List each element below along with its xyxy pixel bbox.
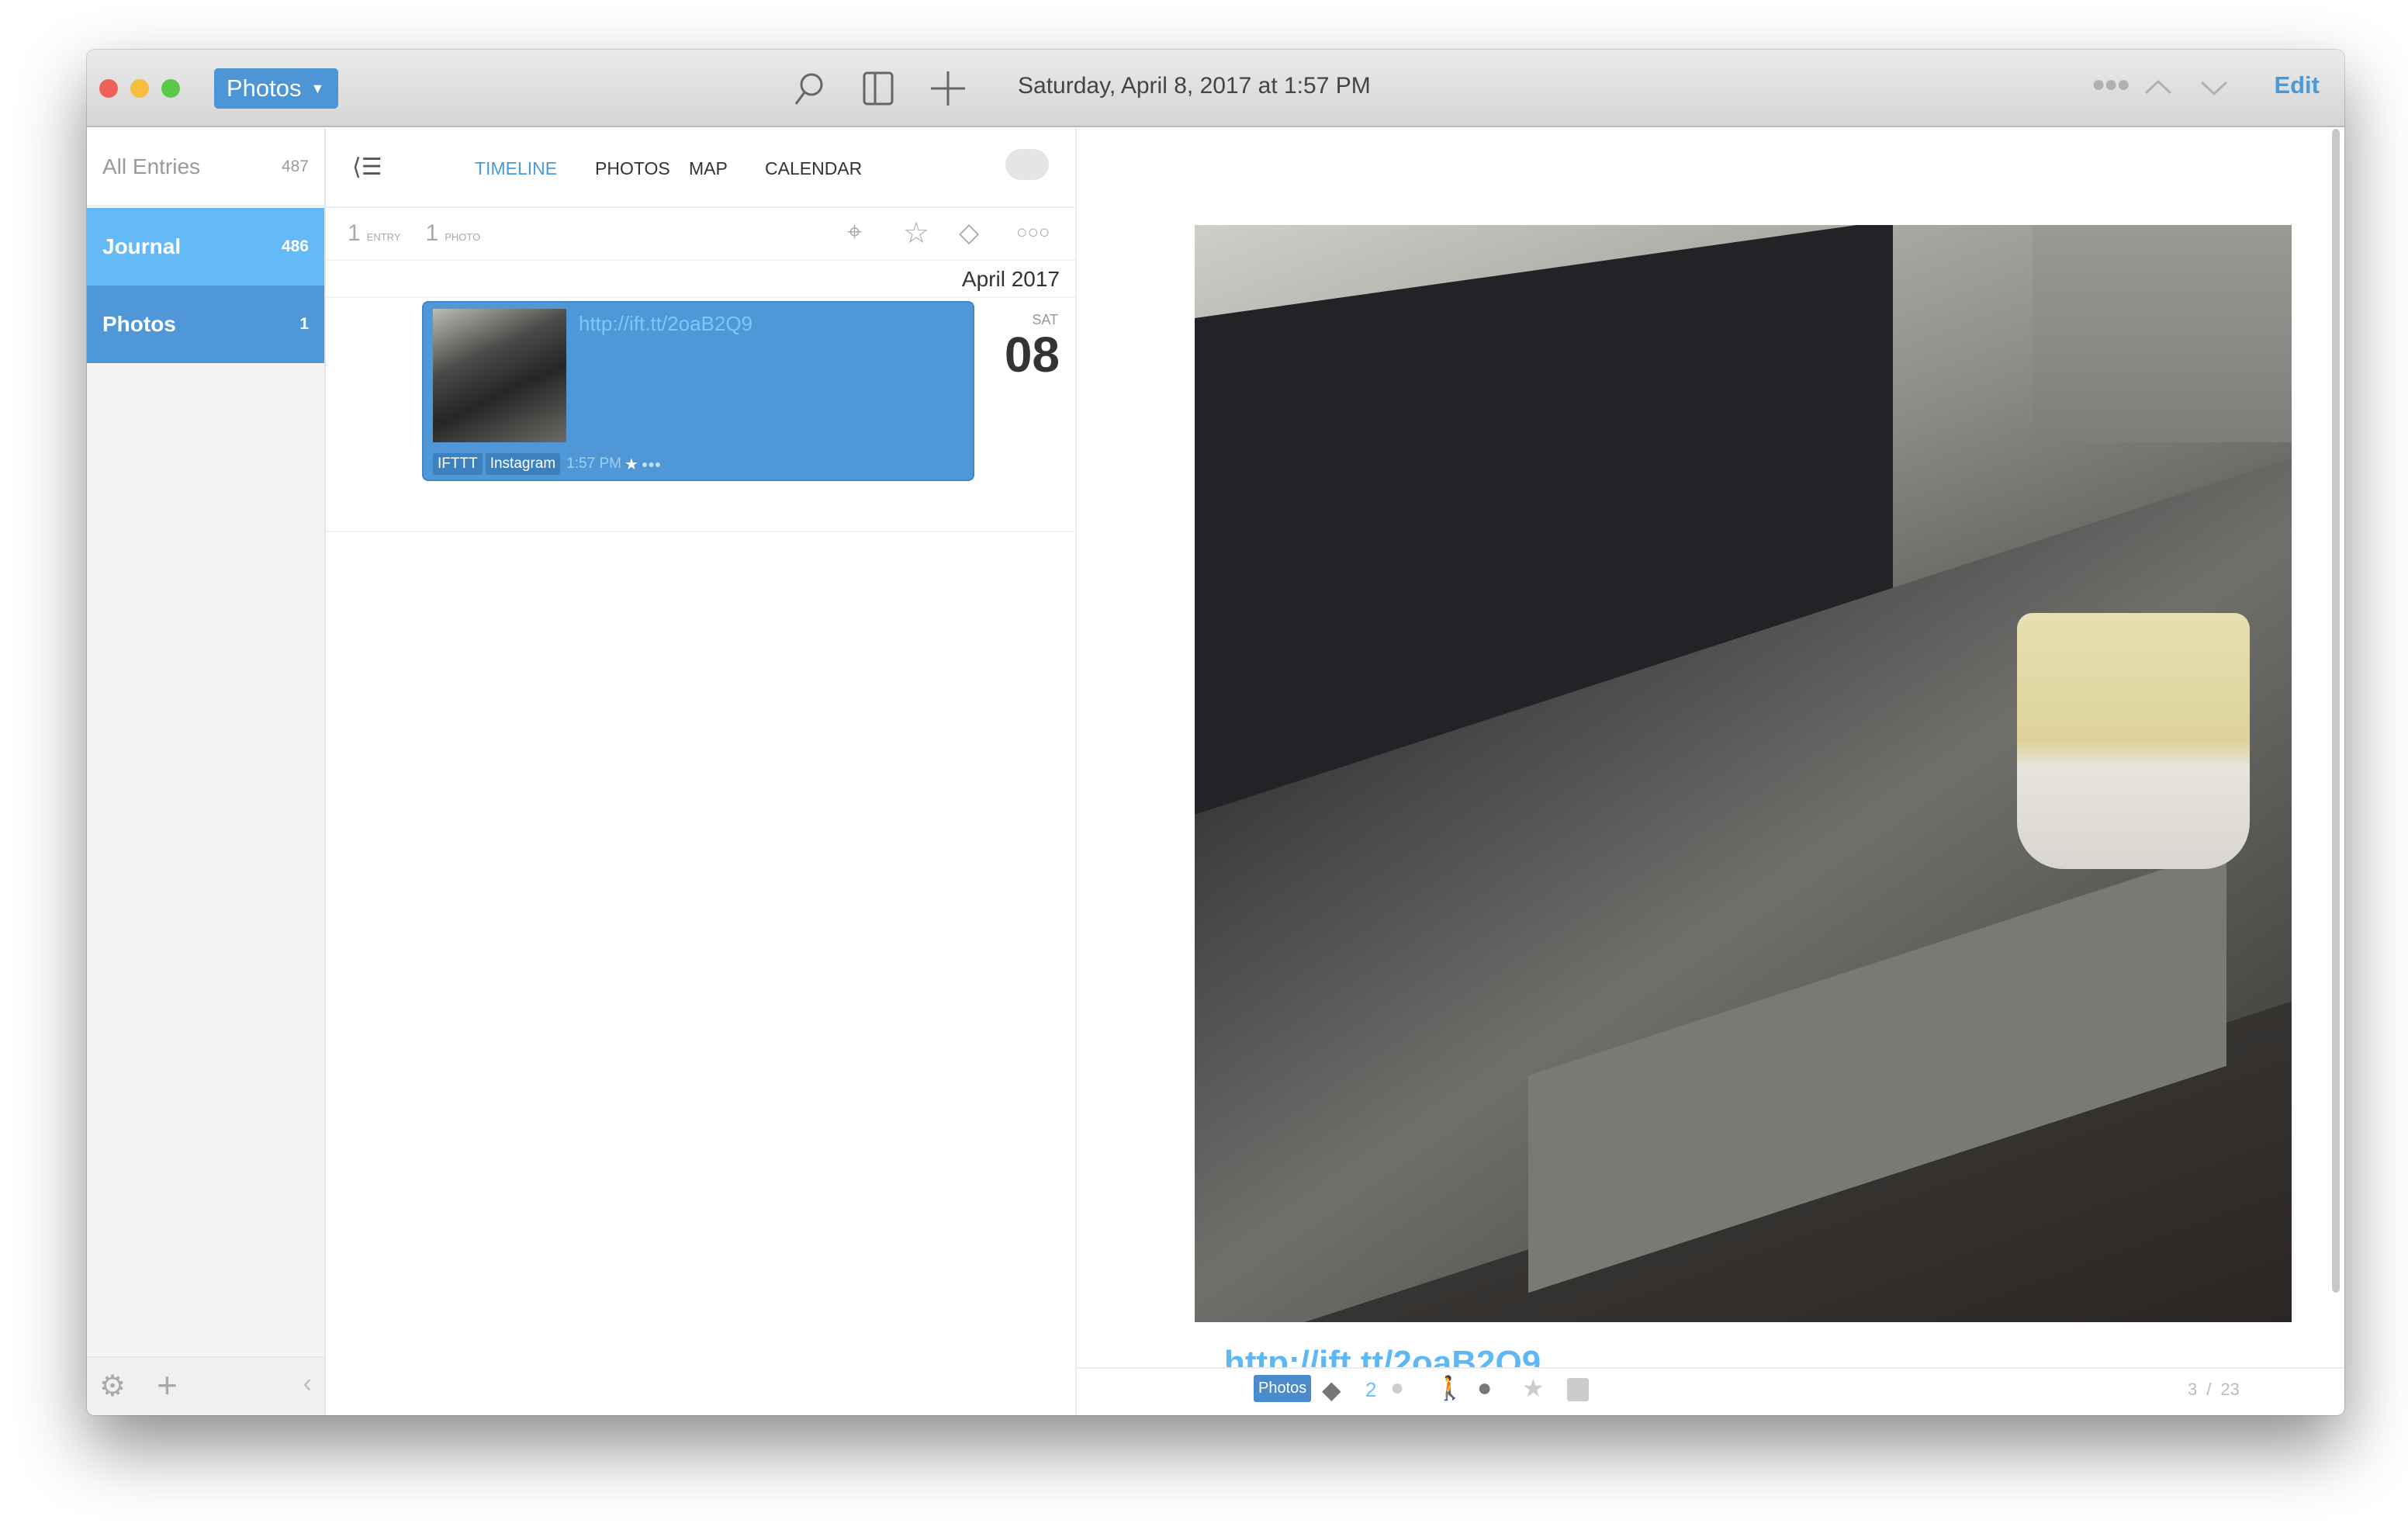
tag-count: 2 bbox=[1365, 1378, 1377, 1401]
scrollbar[interactable] bbox=[2332, 129, 2340, 1293]
sidebar-item-journal[interactable]: Journal 486 bbox=[87, 208, 324, 286]
tab-map[interactable]: MAP bbox=[689, 158, 728, 179]
location-filter-icon[interactable]: ⌖ bbox=[847, 217, 862, 248]
tag-badge[interactable]: Instagram bbox=[485, 453, 561, 475]
chevron-down-icon: ▼ bbox=[310, 80, 325, 96]
sidebar-item-count: 486 bbox=[281, 237, 309, 255]
tab-photos[interactable]: PHOTOS bbox=[595, 158, 670, 179]
page-separator: / bbox=[2206, 1380, 2212, 1399]
sidebar-item-all-entries[interactable]: All Entries 487 bbox=[87, 129, 324, 206]
entry-count-label: ENTRY bbox=[366, 231, 401, 243]
more-icon[interactable]: ●●● bbox=[2091, 71, 2130, 98]
minimize-button[interactable] bbox=[130, 79, 149, 98]
stats-bar: 1 ENTRY 1 PHOTO bbox=[348, 220, 480, 247]
sidebar-item-count: 487 bbox=[281, 158, 309, 175]
entry-thumbnail bbox=[433, 309, 566, 442]
photo-icon[interactable] bbox=[1567, 1378, 1589, 1401]
page-indicator: 3 / 23 bbox=[2188, 1380, 2240, 1400]
tab-timeline[interactable]: TIMELINE bbox=[475, 158, 557, 179]
photo-count-label: PHOTO bbox=[445, 231, 481, 243]
activity-icon[interactable]: 🚶 bbox=[1435, 1375, 1464, 1402]
entry-day-number: 08 bbox=[1004, 327, 1060, 383]
clock-icon[interactable]: ● bbox=[1477, 1373, 1492, 1402]
month-header: April 2017 bbox=[961, 267, 1060, 291]
edit-button[interactable]: Edit bbox=[2274, 71, 2320, 99]
close-button[interactable] bbox=[99, 79, 118, 98]
app-window: Photos ▼ Saturday, April 8, 2017 at 1:57 … bbox=[87, 50, 2344, 1415]
gear-icon[interactable]: ⚙ bbox=[99, 1369, 126, 1404]
entry-detail-panel: http://ift.tt/2oaB2Q9 Photos ◆ 2 ● 🚶 ● ★… bbox=[1077, 129, 2344, 1415]
sidebar-item-label: Journal bbox=[102, 234, 182, 258]
star-icon: ★ bbox=[624, 455, 638, 473]
photo-count: 1 bbox=[425, 220, 439, 246]
entry-photo[interactable] bbox=[1195, 225, 2292, 1322]
sidebar-item-photos[interactable]: Photos 1 bbox=[87, 286, 324, 363]
add-entry-icon[interactable] bbox=[929, 70, 967, 107]
collapse-sidebar-icon[interactable]: ‹ bbox=[303, 1369, 312, 1399]
journal-selector-button[interactable]: Photos ▼ bbox=[214, 68, 338, 109]
tag-icon[interactable]: ◆ bbox=[1322, 1375, 1341, 1404]
sidebar-item-label: All Entries bbox=[102, 154, 201, 178]
sidebar-item-count: 1 bbox=[299, 315, 309, 333]
entry-count: 1 bbox=[348, 220, 361, 246]
more-filter-icon[interactable]: ○○○ bbox=[1016, 222, 1050, 244]
page-total: 23 bbox=[2220, 1380, 2240, 1399]
entry-time: 1:57 PM bbox=[566, 455, 621, 472]
add-journal-icon[interactable]: + bbox=[157, 1364, 178, 1406]
location-icon[interactable]: ● bbox=[1390, 1375, 1404, 1401]
sidebar-footer: ⚙ + ‹ bbox=[87, 1356, 324, 1415]
sidebar: All Entries 487 Journal 486 Photos 1 ⚙ + ‹ bbox=[87, 129, 326, 1415]
entry-title: http://ift.tt/2oaB2Q9 bbox=[579, 312, 753, 335]
search-icon[interactable] bbox=[790, 70, 827, 107]
title-bar: Photos ▼ Saturday, April 8, 2017 at 1:57 … bbox=[87, 50, 2344, 127]
entry-card[interactable]: http://ift.tt/2oaB2Q9 IFTTT Instagram 1:… bbox=[422, 301, 974, 481]
chevron-down-nav-icon[interactable] bbox=[2200, 79, 2228, 98]
journal-badge[interactable]: Photos bbox=[1254, 1375, 1312, 1402]
sidebar-item-label: Photos bbox=[102, 312, 176, 336]
sidebar-toggle-icon[interactable] bbox=[860, 70, 897, 107]
page-current: 3 bbox=[2188, 1380, 2198, 1399]
journal-selector-label: Photos bbox=[227, 74, 302, 102]
tag-filter-icon[interactable]: ◇ bbox=[959, 217, 979, 248]
sync-cloud-icon[interactable] bbox=[1005, 149, 1049, 180]
chevron-up-icon[interactable] bbox=[2144, 78, 2172, 96]
star-filter-icon[interactable]: ☆ bbox=[903, 216, 929, 251]
tab-calendar[interactable]: CALENDAR bbox=[765, 158, 862, 179]
detail-footer: Photos ◆ 2 ● 🚶 ● ★ 3 / 23 bbox=[1077, 1367, 2344, 1415]
star-icon[interactable]: ★ bbox=[1522, 1373, 1545, 1403]
tag-badge[interactable]: IFTTT bbox=[433, 453, 483, 475]
entry-list-panel: ⟨☰ TIMELINE PHOTOS MAP CALENDAR 1 ENTRY 1… bbox=[326, 129, 1077, 1415]
entry-date-title: Saturday, April 8, 2017 at 1:57 PM bbox=[1018, 73, 1371, 99]
more-icon[interactable]: ●●● bbox=[642, 458, 661, 470]
zoom-button[interactable] bbox=[161, 79, 180, 98]
list-toggle-icon[interactable]: ⟨☰ bbox=[352, 154, 382, 181]
